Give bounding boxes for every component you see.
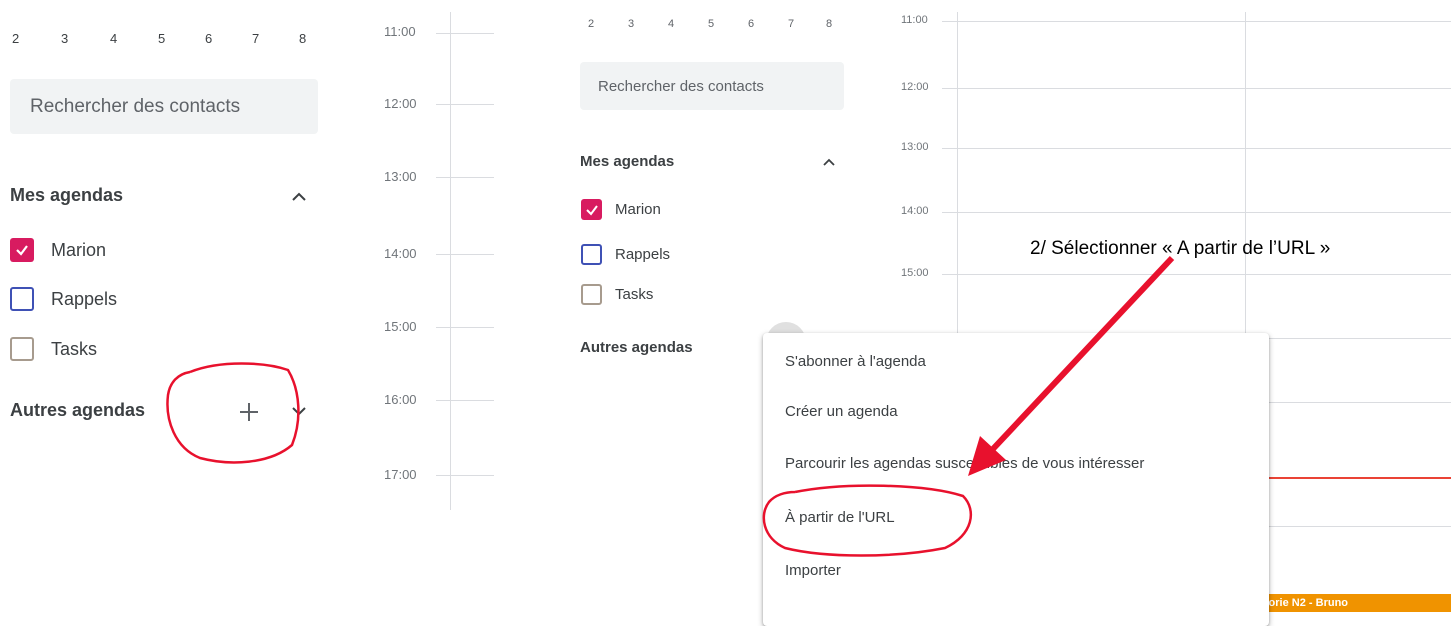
calendar-label: Tasks: [51, 338, 98, 359]
checkbox-icon[interactable]: [581, 284, 602, 305]
mini-calendar-day[interactable]: 2: [12, 31, 19, 46]
calendar-label: Marion: [615, 201, 661, 218]
search-placeholder: Rechercher des contacts: [30, 95, 241, 117]
grid-line: [942, 21, 1451, 22]
mini-calendar-day[interactable]: 4: [110, 31, 117, 46]
grid-line: [436, 104, 494, 105]
calendar-item-rappels[interactable]: Rappels: [581, 244, 670, 265]
time-label: 12:00: [384, 96, 417, 111]
my-calendars-title: Mes agendas: [580, 153, 675, 170]
checkbox-icon[interactable]: [581, 244, 602, 265]
calendar-label: Tasks: [615, 286, 654, 303]
annotation-arrow: [968, 255, 1175, 476]
mini-calendar-day[interactable]: 6: [748, 18, 754, 30]
current-time-line: [1269, 477, 1451, 479]
calendar-item-rappels[interactable]: Rappels: [10, 287, 117, 311]
grid-line: [1269, 526, 1451, 527]
checkbox-icon[interactable]: [10, 287, 34, 311]
mini-calendar-day[interactable]: 8: [299, 31, 306, 46]
time-label: 11:00: [901, 14, 928, 26]
time-label: 17:00: [384, 467, 417, 482]
mini-calendar-day[interactable]: 5: [708, 18, 714, 30]
grid-line: [436, 33, 494, 34]
menu-item-create[interactable]: Créer un agenda: [785, 403, 898, 420]
calendar-item-tasks[interactable]: Tasks: [10, 337, 97, 361]
mini-calendar-day[interactable]: 7: [788, 18, 794, 30]
grid-line: [942, 212, 1451, 213]
time-label: 15:00: [384, 319, 417, 334]
mini-calendar-day[interactable]: 3: [61, 31, 68, 46]
calendar-label: Rappels: [615, 246, 671, 263]
calendar-item-marion[interactable]: Marion: [581, 199, 661, 220]
search-contacts-input[interactable]: Rechercher des contacts: [580, 62, 844, 110]
mini-calendar-day[interactable]: 6: [205, 31, 212, 46]
search-placeholder: Rechercher des contacts: [598, 77, 764, 95]
mini-calendar-day[interactable]: 3: [628, 18, 634, 30]
other-calendars-title: Autres agendas: [10, 400, 146, 420]
menu-item-subscribe[interactable]: S'abonner à l'agenda: [785, 353, 926, 370]
checkbox-checked-icon[interactable]: [581, 199, 602, 220]
grid-line: [1269, 338, 1451, 339]
menu-item-import[interactable]: Importer: [785, 562, 841, 579]
highlight-circle: [166, 362, 300, 464]
calendar-event[interactable]: Théorie N2 - Bruno: [1245, 594, 1451, 612]
grid-line: [436, 400, 494, 401]
other-calendars-title: Autres agendas: [580, 339, 693, 356]
time-label: 12:00: [901, 81, 929, 93]
mini-calendar-day[interactable]: 2: [588, 18, 594, 30]
calendar-label: Marion: [51, 239, 107, 260]
grid-line: [436, 254, 494, 255]
chevron-up-icon[interactable]: [291, 190, 307, 202]
grid-divider: [450, 12, 451, 510]
search-contacts-input[interactable]: Rechercher des contacts: [10, 79, 318, 134]
grid-line: [1269, 402, 1451, 403]
calendar-item-tasks[interactable]: Tasks: [581, 284, 653, 305]
mini-calendar-day[interactable]: 5: [158, 31, 165, 46]
grid-line: [436, 327, 494, 328]
time-label: 14:00: [901, 205, 929, 217]
checkbox-checked-icon[interactable]: [10, 238, 34, 262]
grid-line: [942, 88, 1451, 89]
time-label: 11:00: [384, 24, 416, 39]
time-label: 13:00: [384, 169, 417, 184]
time-label: 16:00: [384, 392, 417, 407]
grid-line: [436, 177, 494, 178]
time-label: 15:00: [901, 267, 929, 279]
grid-line: [436, 475, 494, 476]
my-calendars-title: Mes agendas: [10, 185, 124, 205]
time-label: 13:00: [901, 141, 929, 153]
mini-calendar-day[interactable]: 7: [252, 31, 259, 46]
chevron-up-icon[interactable]: [822, 157, 836, 167]
highlight-circle: [762, 484, 973, 557]
mini-calendar-day[interactable]: 4: [668, 18, 674, 30]
mini-calendar-day[interactable]: 8: [826, 18, 832, 30]
calendar-item-marion[interactable]: Marion: [10, 238, 106, 262]
calendar-label: Rappels: [51, 288, 118, 309]
checkbox-icon[interactable]: [10, 337, 34, 361]
time-label: 14:00: [384, 246, 417, 261]
grid-line: [942, 148, 1451, 149]
